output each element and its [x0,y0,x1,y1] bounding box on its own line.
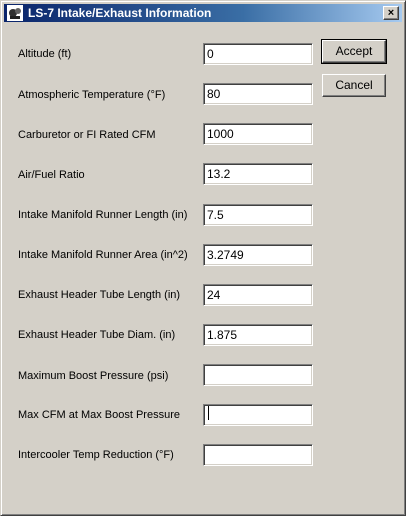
dialog-window: LS-7 Intake/Exhaust Information × Altitu… [0,0,406,516]
rated-cfm-input[interactable] [203,123,313,145]
text-caret [208,406,209,420]
cancel-button[interactable]: Cancel [322,74,386,97]
app-icon [7,5,23,21]
title-bar[interactable]: LS-7 Intake/Exhaust Information × [4,4,402,22]
runner-area-input[interactable] [203,244,313,266]
altitude-input[interactable] [203,43,313,65]
header-tube-diam-input[interactable] [203,324,313,346]
accept-button[interactable]: Accept [321,39,387,64]
max-boost-pressure-input[interactable] [203,364,313,386]
label-max-boost-pressure: Maximum Boost Pressure (psi) [18,370,169,382]
label-header-tube-diam: Exhaust Header Tube Diam. (in) [18,329,176,341]
air-fuel-ratio-input[interactable] [203,163,313,185]
header-tube-length-input[interactable] [203,284,313,306]
atmospheric-temperature-input[interactable] [203,83,313,105]
label-air-fuel-ratio: Air/Fuel Ratio [18,169,85,181]
label-header-tube-length: Exhaust Header Tube Length (in) [18,289,181,301]
label-runner-length: Intake Manifold Runner Length (in) [18,209,188,221]
label-intercooler-temp: Intercooler Temp Reduction (°F) [18,449,174,461]
window-title: LS-7 Intake/Exhaust Information [28,6,212,20]
runner-length-input[interactable] [203,204,313,226]
label-max-cfm-boost: Max CFM at Max Boost Pressure [18,409,180,421]
intercooler-temp-input[interactable] [203,444,313,466]
max-cfm-boost-input[interactable] [203,404,313,426]
label-altitude: Altitude (ft) [18,48,72,60]
close-icon[interactable]: × [383,6,399,20]
label-rated-cfm: Carburetor or FI Rated CFM [18,129,156,141]
label-atmospheric-temperature: Atmospheric Temperature (°F) [18,89,166,101]
label-runner-area: Intake Manifold Runner Area (in^2) [18,249,188,261]
